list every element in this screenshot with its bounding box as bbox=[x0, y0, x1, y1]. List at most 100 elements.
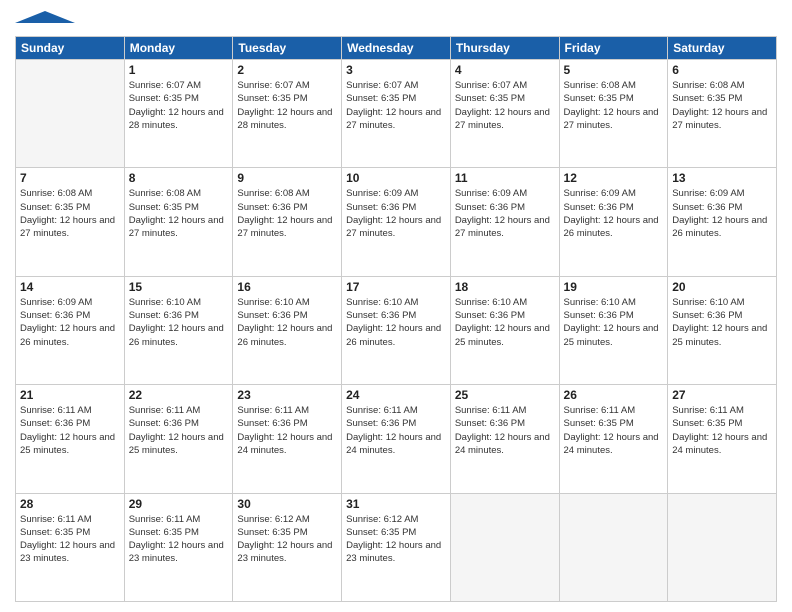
calendar-cell: 13 Sunrise: 6:09 AMSunset: 6:36 PMDayligh… bbox=[668, 168, 777, 276]
calendar-cell: 23 Sunrise: 6:11 AMSunset: 6:36 PMDayligh… bbox=[233, 385, 342, 493]
day-number: 5 bbox=[564, 63, 664, 77]
day-info: Sunrise: 6:09 AMSunset: 6:36 PMDaylight:… bbox=[20, 296, 120, 349]
day-number: 14 bbox=[20, 280, 120, 294]
day-info: Sunrise: 6:07 AMSunset: 6:35 PMDaylight:… bbox=[455, 79, 555, 132]
calendar-cell: 30 Sunrise: 6:12 AMSunset: 6:35 PMDayligh… bbox=[233, 493, 342, 601]
day-info: Sunrise: 6:10 AMSunset: 6:36 PMDaylight:… bbox=[237, 296, 337, 349]
day-number: 1 bbox=[129, 63, 229, 77]
calendar-cell: 25 Sunrise: 6:11 AMSunset: 6:36 PMDayligh… bbox=[450, 385, 559, 493]
calendar-header-wednesday: Wednesday bbox=[342, 37, 451, 60]
calendar-cell: 10 Sunrise: 6:09 AMSunset: 6:36 PMDayligh… bbox=[342, 168, 451, 276]
calendar-week-4: 28Sunrise: 6:11 AMSunset: 6:35 PMDayligh… bbox=[16, 493, 777, 601]
day-number: 13 bbox=[672, 171, 772, 185]
calendar-cell: 8Sunrise: 6:08 AMSunset: 6:35 PMDaylight… bbox=[124, 168, 233, 276]
calendar-cell: 11 Sunrise: 6:09 AMSunset: 6:36 PMDayligh… bbox=[450, 168, 559, 276]
day-info: Sunrise: 6:07 AMSunset: 6:35 PMDaylight:… bbox=[237, 79, 337, 132]
calendar-cell: 7 Sunrise: 6:08 AMSunset: 6:35 PMDaylight… bbox=[16, 168, 125, 276]
day-info: Sunrise: 6:11 AMSunset: 6:36 PMDaylight:… bbox=[129, 404, 229, 457]
day-info: Sunrise: 6:11 AMSunset: 6:35 PMDaylight:… bbox=[20, 513, 120, 566]
day-number: 15 bbox=[129, 280, 229, 294]
day-info: Sunrise: 6:08 AMSunset: 6:35 PMDaylight:… bbox=[672, 79, 772, 132]
day-number: 6 bbox=[672, 63, 772, 77]
calendar-cell: 4 Sunrise: 6:07 AMSunset: 6:35 PMDaylight… bbox=[450, 60, 559, 168]
day-info: Sunrise: 6:11 AMSunset: 6:35 PMDaylight:… bbox=[129, 513, 229, 566]
day-info: Sunrise: 6:10 AMSunset: 6:36 PMDaylight:… bbox=[564, 296, 664, 349]
day-info: Sunrise: 6:08 AMSunset: 6:35 PMDaylight:… bbox=[564, 79, 664, 132]
day-info: Sunrise: 6:12 AMSunset: 6:35 PMDaylight:… bbox=[346, 513, 446, 566]
calendar-cell bbox=[450, 493, 559, 601]
calendar-cell bbox=[668, 493, 777, 601]
calendar-week-3: 21Sunrise: 6:11 AMSunset: 6:36 PMDayligh… bbox=[16, 385, 777, 493]
calendar-week-2: 14 Sunrise: 6:09 AMSunset: 6:36 PMDayligh… bbox=[16, 276, 777, 384]
calendar-cell: 6 Sunrise: 6:08 AMSunset: 6:35 PMDaylight… bbox=[668, 60, 777, 168]
day-number: 7 bbox=[20, 171, 120, 185]
calendar-header-friday: Friday bbox=[559, 37, 668, 60]
day-number: 23 bbox=[237, 388, 337, 402]
day-number: 27 bbox=[672, 388, 772, 402]
calendar-cell: 29 Sunrise: 6:11 AMSunset: 6:35 PMDayligh… bbox=[124, 493, 233, 601]
calendar-cell: 3Sunrise: 6:07 AMSunset: 6:35 PMDaylight… bbox=[342, 60, 451, 168]
calendar-header-sunday: Sunday bbox=[16, 37, 125, 60]
day-info: Sunrise: 6:10 AMSunset: 6:36 PMDaylight:… bbox=[346, 296, 446, 349]
day-number: 26 bbox=[564, 388, 664, 402]
day-number: 4 bbox=[455, 63, 555, 77]
logo bbox=[15, 10, 75, 28]
calendar-table: SundayMondayTuesdayWednesdayThursdayFrid… bbox=[15, 36, 777, 602]
calendar-cell: 31Sunrise: 6:12 AMSunset: 6:35 PMDayligh… bbox=[342, 493, 451, 601]
day-number: 12 bbox=[564, 171, 664, 185]
calendar-header-row: SundayMondayTuesdayWednesdayThursdayFrid… bbox=[16, 37, 777, 60]
day-info: Sunrise: 6:09 AMSunset: 6:36 PMDaylight:… bbox=[672, 187, 772, 240]
calendar-cell: 9 Sunrise: 6:08 AMSunset: 6:36 PMDaylight… bbox=[233, 168, 342, 276]
calendar-cell bbox=[16, 60, 125, 168]
day-info: Sunrise: 6:11 AMSunset: 6:36 PMDaylight:… bbox=[455, 404, 555, 457]
day-number: 18 bbox=[455, 280, 555, 294]
day-number: 24 bbox=[346, 388, 446, 402]
calendar-cell: 5 Sunrise: 6:08 AMSunset: 6:35 PMDaylight… bbox=[559, 60, 668, 168]
calendar-header-monday: Monday bbox=[124, 37, 233, 60]
day-number: 25 bbox=[455, 388, 555, 402]
day-info: Sunrise: 6:10 AMSunset: 6:36 PMDaylight:… bbox=[672, 296, 772, 349]
calendar-cell: 27 Sunrise: 6:11 AMSunset: 6:35 PMDayligh… bbox=[668, 385, 777, 493]
calendar-cell: 28Sunrise: 6:11 AMSunset: 6:35 PMDayligh… bbox=[16, 493, 125, 601]
day-info: Sunrise: 6:08 AMSunset: 6:36 PMDaylight:… bbox=[237, 187, 337, 240]
day-info: Sunrise: 6:12 AMSunset: 6:35 PMDaylight:… bbox=[237, 513, 337, 566]
day-info: Sunrise: 6:11 AMSunset: 6:35 PMDaylight:… bbox=[672, 404, 772, 457]
day-info: Sunrise: 6:11 AMSunset: 6:36 PMDaylight:… bbox=[237, 404, 337, 457]
day-number: 10 bbox=[346, 171, 446, 185]
calendar-cell: 18 Sunrise: 6:10 AMSunset: 6:36 PMDayligh… bbox=[450, 276, 559, 384]
calendar-cell: 1 Sunrise: 6:07 AMSunset: 6:35 PMDaylight… bbox=[124, 60, 233, 168]
day-number: 11 bbox=[455, 171, 555, 185]
header bbox=[15, 10, 777, 28]
day-number: 29 bbox=[129, 497, 229, 511]
day-number: 17 bbox=[346, 280, 446, 294]
day-info: Sunrise: 6:10 AMSunset: 6:36 PMDaylight:… bbox=[129, 296, 229, 349]
calendar-cell: 21Sunrise: 6:11 AMSunset: 6:36 PMDayligh… bbox=[16, 385, 125, 493]
calendar-cell: 22Sunrise: 6:11 AMSunset: 6:36 PMDayligh… bbox=[124, 385, 233, 493]
day-number: 2 bbox=[237, 63, 337, 77]
calendar-week-1: 7 Sunrise: 6:08 AMSunset: 6:35 PMDaylight… bbox=[16, 168, 777, 276]
calendar-week-0: 1 Sunrise: 6:07 AMSunset: 6:35 PMDaylight… bbox=[16, 60, 777, 168]
logo-icon bbox=[15, 11, 75, 23]
calendar-cell: 26Sunrise: 6:11 AMSunset: 6:35 PMDayligh… bbox=[559, 385, 668, 493]
page: SundayMondayTuesdayWednesdayThursdayFrid… bbox=[0, 0, 792, 612]
calendar-cell: 20Sunrise: 6:10 AMSunset: 6:36 PMDayligh… bbox=[668, 276, 777, 384]
calendar-cell: 24 Sunrise: 6:11 AMSunset: 6:36 PMDayligh… bbox=[342, 385, 451, 493]
day-number: 16 bbox=[237, 280, 337, 294]
day-info: Sunrise: 6:11 AMSunset: 6:36 PMDaylight:… bbox=[346, 404, 446, 457]
day-number: 30 bbox=[237, 497, 337, 511]
day-info: Sunrise: 6:11 AMSunset: 6:36 PMDaylight:… bbox=[20, 404, 120, 457]
day-info: Sunrise: 6:09 AMSunset: 6:36 PMDaylight:… bbox=[346, 187, 446, 240]
day-info: Sunrise: 6:08 AMSunset: 6:35 PMDaylight:… bbox=[20, 187, 120, 240]
day-number: 9 bbox=[237, 171, 337, 185]
day-info: Sunrise: 6:09 AMSunset: 6:36 PMDaylight:… bbox=[455, 187, 555, 240]
day-info: Sunrise: 6:07 AMSunset: 6:35 PMDaylight:… bbox=[346, 79, 446, 132]
day-info: Sunrise: 6:07 AMSunset: 6:35 PMDaylight:… bbox=[129, 79, 229, 132]
day-info: Sunrise: 6:10 AMSunset: 6:36 PMDaylight:… bbox=[455, 296, 555, 349]
calendar-cell: 16 Sunrise: 6:10 AMSunset: 6:36 PMDayligh… bbox=[233, 276, 342, 384]
day-info: Sunrise: 6:09 AMSunset: 6:36 PMDaylight:… bbox=[564, 187, 664, 240]
calendar-cell: 14 Sunrise: 6:09 AMSunset: 6:36 PMDayligh… bbox=[16, 276, 125, 384]
calendar-header-saturday: Saturday bbox=[668, 37, 777, 60]
calendar-cell: 2 Sunrise: 6:07 AMSunset: 6:35 PMDaylight… bbox=[233, 60, 342, 168]
calendar-cell: 17 Sunrise: 6:10 AMSunset: 6:36 PMDayligh… bbox=[342, 276, 451, 384]
calendar-cell: 12 Sunrise: 6:09 AMSunset: 6:36 PMDayligh… bbox=[559, 168, 668, 276]
